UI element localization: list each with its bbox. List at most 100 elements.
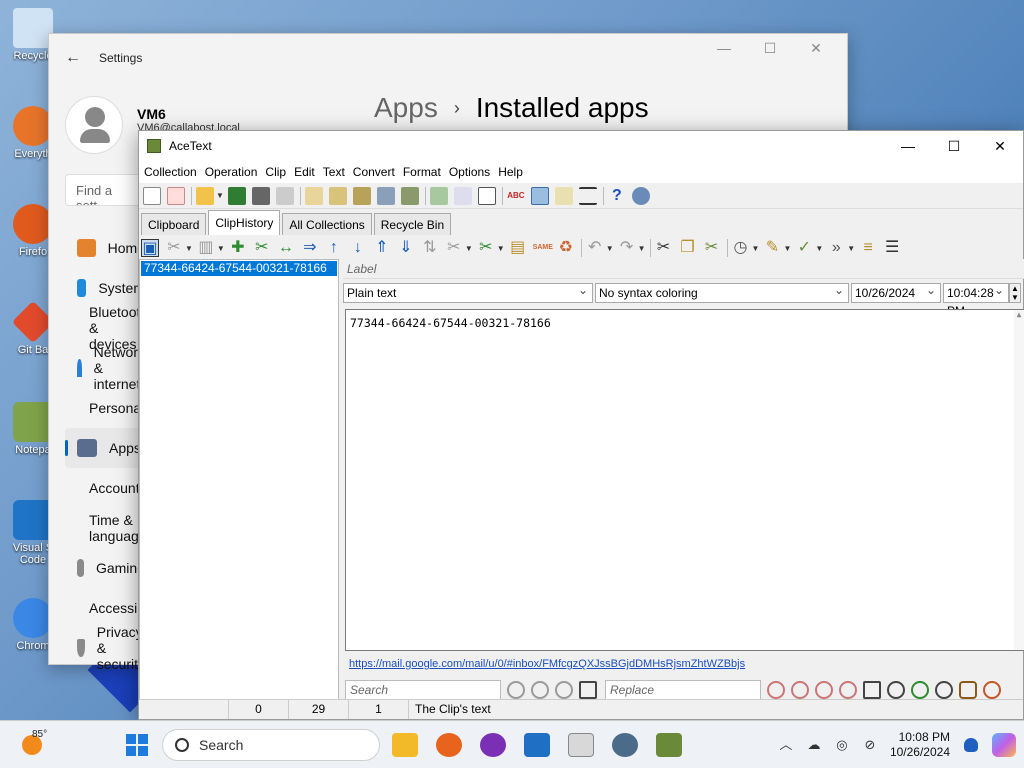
- cloud-off-icon[interactable]: ☁: [806, 737, 822, 753]
- maximize-icon[interactable]: ☐: [747, 40, 793, 57]
- replace-next-icon[interactable]: [791, 681, 809, 699]
- find-prev-icon[interactable]: [555, 681, 573, 699]
- recycle-icon[interactable]: ♻: [557, 239, 575, 257]
- chevron-down-icon[interactable]: ▼: [847, 244, 855, 253]
- notification-bell-icon[interactable]: [964, 738, 978, 752]
- move-top-icon[interactable]: ⇑: [373, 239, 391, 257]
- menu-text[interactable]: Text: [320, 165, 348, 179]
- spell-icon[interactable]: ✓: [795, 239, 813, 257]
- back-arrow-icon[interactable]: ←: [65, 49, 85, 67]
- same-same-icon[interactable]: SAME: [533, 239, 553, 257]
- expand-icon[interactable]: ↔: [277, 239, 295, 257]
- calendar-app-icon[interactable]: [568, 733, 594, 757]
- close-icon[interactable]: ✕: [793, 40, 839, 57]
- replace-input[interactable]: Replace: [605, 680, 761, 700]
- tab-all-collections[interactable]: All Collections: [282, 213, 372, 235]
- document-icon[interactable]: [453, 186, 472, 205]
- move-bottom-icon[interactable]: ⇓: [397, 239, 415, 257]
- minimize-icon[interactable]: —: [885, 131, 931, 161]
- indent-icon[interactable]: ≡: [859, 239, 877, 257]
- nav-item-accounts[interactable]: Accounts: [65, 468, 147, 508]
- replace-icon[interactable]: [767, 681, 785, 699]
- clip-url-link[interactable]: https://mail.google.com/mail/u/0/#inbox/…: [349, 658, 745, 670]
- copy-clip-icon[interactable]: [352, 186, 371, 205]
- search-options-icon[interactable]: [863, 681, 881, 699]
- tab-recycle-bin[interactable]: Recycle Bin: [373, 213, 452, 235]
- word-wrap-icon[interactable]: [530, 186, 549, 205]
- zoom-in-icon[interactable]: [935, 681, 953, 699]
- breadcrumb-apps[interactable]: Apps: [374, 92, 438, 124]
- new-icon[interactable]: [143, 186, 161, 205]
- help-icon[interactable]: ?: [608, 187, 626, 205]
- time-picker[interactable]: 10:04:28 PM: [943, 281, 1009, 318]
- clip-text-area[interactable]: 77344-66424-67544-00321-78166 ▲: [345, 309, 1024, 651]
- minimize-icon[interactable]: —: [701, 40, 747, 57]
- find-icon[interactable]: [507, 681, 525, 699]
- chevron-up-icon[interactable]: ︿: [778, 737, 794, 753]
- image-icon[interactable]: [429, 186, 448, 205]
- nav-item-personalization[interactable]: Personalization: [65, 388, 185, 428]
- open-folder-icon[interactable]: [196, 186, 214, 205]
- clip-columns-icon[interactable]: ▥: [197, 239, 215, 257]
- nav-item-privacy[interactable]: Privacy & security: [65, 624, 145, 672]
- chevron-down-icon[interactable]: ▼: [815, 244, 823, 253]
- zoom-icon[interactable]: [911, 681, 929, 699]
- list-item[interactable]: 77344-66424-67544-00321-78166: [141, 261, 337, 276]
- new-clip-icon[interactable]: ▣: [141, 239, 159, 257]
- task-manager-icon[interactable]: [524, 733, 550, 757]
- tab-clipboard[interactable]: Clipboard: [141, 213, 207, 235]
- scrollbar[interactable]: ▲: [1014, 310, 1024, 650]
- format-select[interactable]: Plain text: [343, 281, 593, 303]
- copy-icon[interactable]: ❐: [679, 239, 697, 257]
- clip-export-icon[interactable]: [400, 186, 419, 205]
- menu-operation[interactable]: Operation: [202, 165, 261, 179]
- highlight-icon[interactable]: ✎: [763, 239, 781, 257]
- list-view-icon[interactable]: [578, 186, 597, 205]
- windows-icon[interactable]: [477, 186, 496, 205]
- nav-item-bluetooth[interactable]: Bluetooth & devices: [65, 304, 148, 352]
- acetext-taskbar-icon[interactable]: [656, 733, 682, 757]
- cut-clip-icon[interactable]: ✂: [253, 239, 271, 257]
- chevron-down-icon[interactable]: ▼: [497, 244, 505, 253]
- find-all-icon[interactable]: [579, 681, 597, 699]
- nav-item-apps[interactable]: Apps: [65, 428, 145, 468]
- undo-icon[interactable]: ↶: [586, 239, 604, 257]
- time-spinner[interactable]: ▲ ▼: [1009, 283, 1021, 303]
- sort-icon[interactable]: [275, 186, 294, 205]
- replace-prev-icon[interactable]: [815, 681, 833, 699]
- users-icon[interactable]: [631, 186, 650, 205]
- menu-edit[interactable]: Edit: [291, 165, 318, 179]
- menu-format[interactable]: Format: [400, 165, 444, 179]
- nav-item-system[interactable]: System: [65, 268, 145, 308]
- paste-special-icon[interactable]: [328, 186, 347, 205]
- clip-card-icon[interactable]: ▤: [509, 239, 527, 257]
- chevron-down-icon[interactable]: ▼: [638, 244, 646, 253]
- redo-icon[interactable]: ↷: [618, 239, 636, 257]
- date-picker[interactable]: 10/26/2024: [851, 281, 941, 303]
- masked-app-icon[interactable]: [480, 733, 506, 757]
- chevron-down-icon[interactable]: ▼: [185, 244, 193, 253]
- add-clip-icon[interactable]: ✚: [229, 239, 247, 257]
- clip-import-icon[interactable]: [376, 186, 395, 205]
- paste-icon[interactable]: [304, 186, 323, 205]
- zoom-out-icon[interactable]: [887, 681, 905, 699]
- move-down-icon[interactable]: ↓: [349, 239, 367, 257]
- clock[interactable]: 10:08 PM 10/26/2024: [890, 730, 950, 760]
- settings-search-input[interactable]: Find a sett: [65, 174, 145, 206]
- copilot-icon[interactable]: [992, 733, 1016, 757]
- more-icon[interactable]: »: [827, 239, 845, 257]
- paste-clip-icon[interactable]: ✂: [703, 239, 721, 257]
- start-button[interactable]: [126, 734, 148, 756]
- cat-icon[interactable]: [959, 681, 977, 699]
- menu-help[interactable]: Help: [495, 165, 526, 179]
- edit-list-icon[interactable]: [554, 186, 573, 205]
- nav-item-accessibility[interactable]: Accessibility: [65, 588, 165, 628]
- label-field[interactable]: Label: [343, 259, 1024, 279]
- lines-icon[interactable]: ☰: [883, 239, 901, 257]
- goto-icon[interactable]: ⇒: [301, 239, 319, 257]
- nav-item-time[interactable]: Time & language: [65, 508, 147, 548]
- chevron-down-icon[interactable]: ▼: [216, 191, 224, 200]
- file-explorer-icon[interactable]: [392, 733, 418, 757]
- menu-options[interactable]: Options: [446, 165, 493, 179]
- nav-item-gaming[interactable]: Gaming: [65, 548, 145, 588]
